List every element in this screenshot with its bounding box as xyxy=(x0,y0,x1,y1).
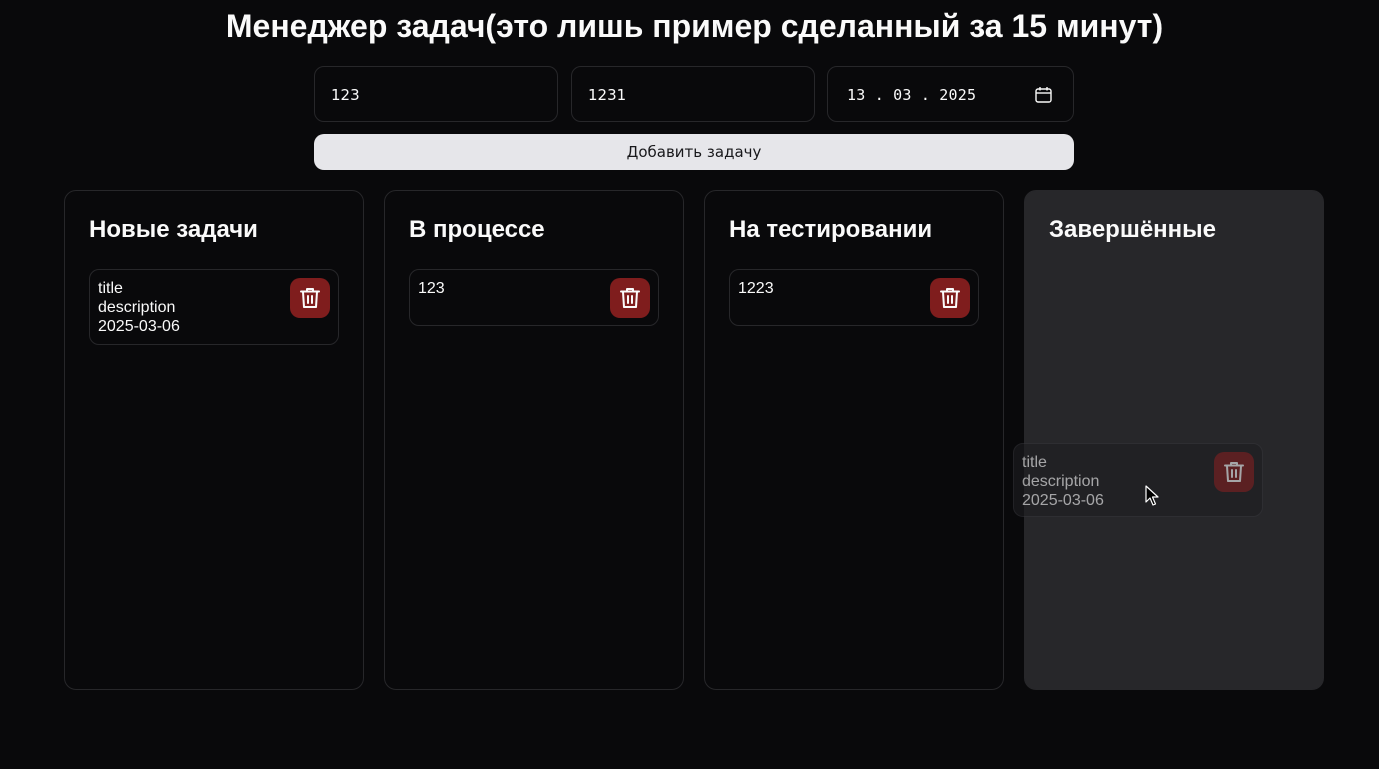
add-task-button[interactable]: Добавить задачу xyxy=(314,134,1074,170)
column-testing[interactable]: На тестировании 1223 xyxy=(704,190,1004,690)
column-title: В процессе xyxy=(409,216,545,243)
task-card[interactable]: title description 2025-03-06 xyxy=(89,269,339,345)
date-value: 13 . 03 . 2025 xyxy=(847,86,977,104)
task-title-input[interactable]: 123 xyxy=(314,66,558,122)
task-date-input[interactable]: 13 . 03 . 2025 xyxy=(827,66,1074,122)
task-date: 2025-03-06 xyxy=(98,318,180,335)
column-title: Новые задачи xyxy=(89,216,258,243)
dragged-task-card[interactable]: title description 2025-03-06 xyxy=(1013,443,1263,517)
column-done[interactable]: Завершённые xyxy=(1024,190,1324,690)
delete-task-button[interactable] xyxy=(930,278,970,318)
task-card[interactable]: 123 xyxy=(409,269,659,326)
mouse-pointer-icon xyxy=(1145,485,1159,506)
trash-icon xyxy=(300,288,320,308)
column-title: На тестировании xyxy=(729,216,933,243)
task-card[interactable]: 1223 xyxy=(729,269,979,326)
trash-icon xyxy=(620,288,640,308)
task-description-input[interactable]: 1231 xyxy=(571,66,815,122)
column-new[interactable]: Новые задачи title description 2025-03-0… xyxy=(64,190,364,690)
delete-task-button[interactable] xyxy=(290,278,330,318)
calendar-icon[interactable] xyxy=(1035,87,1052,103)
task-date: 2025-03-06 xyxy=(1022,492,1104,509)
page-title: Менеджер задач(это лишь пример сделанный… xyxy=(225,8,1164,44)
column-title: Завершённые xyxy=(1049,216,1217,243)
column-in-progress[interactable]: В процессе 123 xyxy=(384,190,684,690)
trash-icon xyxy=(940,288,960,308)
delete-task-button[interactable] xyxy=(610,278,650,318)
trash-icon xyxy=(1224,462,1244,482)
delete-task-button[interactable] xyxy=(1214,452,1254,492)
